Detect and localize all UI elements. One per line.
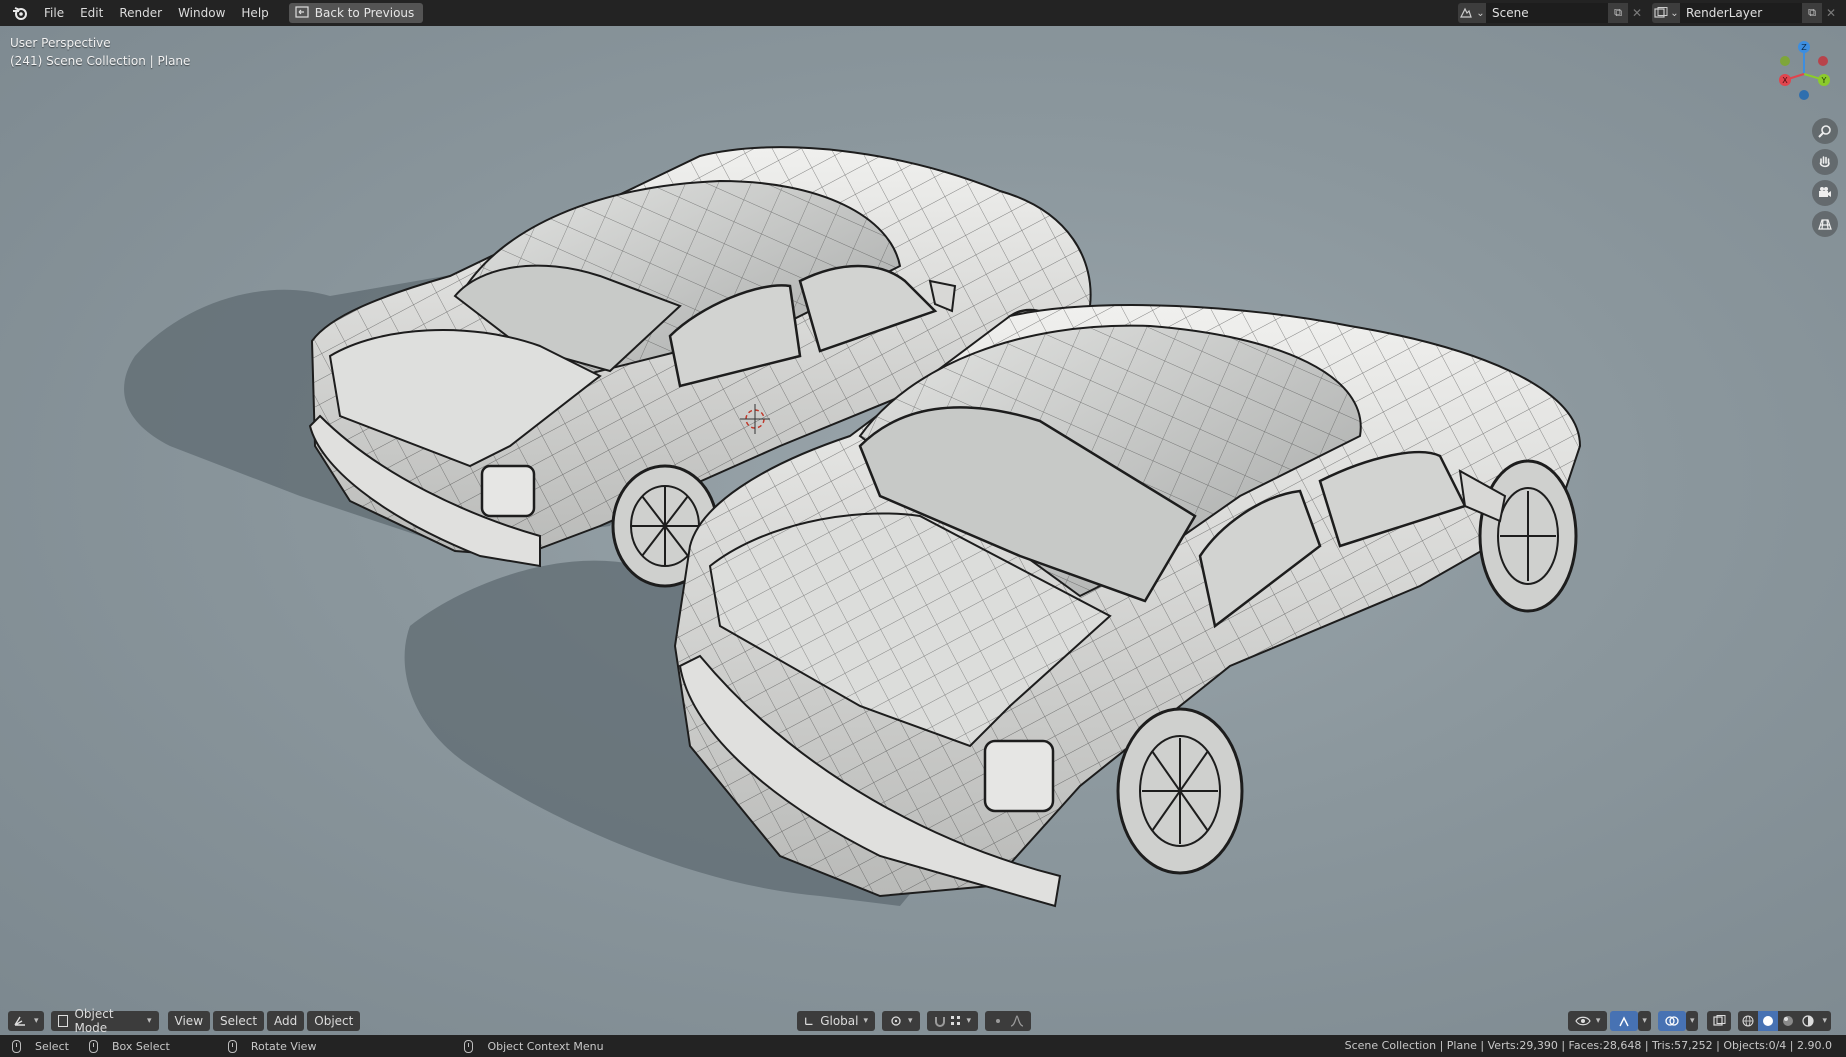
viewport-shading-controls: ▾ ▾ ▾ ▾ [1567, 1011, 1834, 1031]
object-mode-dropdown[interactable]: Object Mode ▾ [50, 1007, 159, 1035]
new-scene-icon[interactable]: ⧉ [1608, 3, 1628, 23]
mouse-middle-icon [227, 1039, 237, 1053]
pan-hand-icon[interactable] [1812, 149, 1838, 175]
material-sphere-icon [1783, 1016, 1794, 1026]
blender-logo-icon[interactable] [10, 3, 30, 23]
object-mode-label: Object Mode [74, 1007, 114, 1035]
gizmo-x-label: X [1782, 76, 1788, 85]
status-select-label: Select [35, 1039, 69, 1053]
overlays-toggle[interactable] [1657, 1011, 1686, 1031]
back-to-previous-label: Back to Previous [314, 6, 415, 20]
render-layer-name-field[interactable]: RenderLayer [1680, 3, 1802, 23]
mouse-right-icon [464, 1039, 474, 1053]
rendered-shading-button[interactable] [1798, 1011, 1819, 1031]
scene-selector[interactable]: ⌄ Scene ⧉ ✕ [1458, 3, 1646, 23]
proportional-editing-toggle[interactable] [985, 1011, 1032, 1031]
collection-label: (241) Scene Collection | Plane [10, 54, 191, 68]
status-context-hint: Object Context Menu [464, 1039, 604, 1053]
object-menu[interactable]: Object [307, 1011, 361, 1031]
snap-toggle[interactable]: ▾ [926, 1011, 979, 1031]
orientation-icon [805, 1017, 813, 1025]
editor-type-button[interactable]: ▾ [8, 1011, 44, 1031]
top-right-selectors: ⌄ Scene ⧉ ✕ ⌄ RenderLayer ⧉ ✕ [1458, 0, 1846, 26]
magnet-icon [934, 1017, 945, 1027]
chevron-down-icon: ▾ [34, 1016, 39, 1026]
eye-icon [1575, 1016, 1591, 1026]
overlays-dropdown[interactable]: ▾ [1685, 1011, 1699, 1031]
zoom-icon[interactable] [1812, 118, 1838, 144]
delete-scene-icon[interactable]: ✕ [1628, 3, 1646, 23]
wireframe-sphere-icon [1742, 1015, 1754, 1027]
chevron-down-icon: ▾ [863, 1016, 868, 1026]
status-bar: Select Box Select Rotate View Object Con… [0, 1035, 1846, 1057]
solid-shading-button[interactable] [1758, 1011, 1779, 1031]
pivot-icon [891, 1016, 901, 1026]
status-rotate-hint: Rotate View [227, 1039, 317, 1053]
viewport-header: ▾ Object Mode ▾ View Select Add Object G… [0, 1007, 1846, 1035]
object-mode-icon [57, 1015, 69, 1027]
viewport-info: User Perspective (241) Scene Collection … [10, 34, 190, 70]
back-icon [295, 5, 309, 21]
3d-viewport[interactable]: User Perspective (241) Scene Collection … [0, 26, 1846, 1035]
status-box-select-hint: Box Select [88, 1039, 170, 1053]
orientation-label: Global [820, 1014, 859, 1028]
camera-view-icon[interactable] [1812, 180, 1838, 206]
top-bar: File Edit Render Window Help Back to Pre… [0, 0, 1846, 26]
rendered-sphere-icon [1802, 1015, 1815, 1027]
transform-orientation-dropdown[interactable]: Global ▾ [797, 1011, 875, 1031]
pivot-point-dropdown[interactable]: ▾ [882, 1011, 920, 1031]
perspective-label: User Perspective [10, 36, 111, 50]
mouse-left-icon [12, 1039, 21, 1053]
visibility-dropdown[interactable]: ▾ [1567, 1011, 1608, 1031]
solid-sphere-icon [1763, 1016, 1774, 1026]
material-preview-button[interactable] [1778, 1011, 1799, 1031]
status-context-label: Object Context Menu [487, 1039, 604, 1053]
gizmo-dropdown[interactable]: ▾ [1638, 1011, 1651, 1031]
scene-icon[interactable]: ⌄ [1458, 3, 1486, 23]
menu-window[interactable]: Window [170, 0, 233, 26]
falloff-icon [1010, 1015, 1024, 1027]
scene-name-field[interactable]: Scene [1486, 3, 1608, 23]
snap-increment-icon [950, 1016, 960, 1025]
chevron-down-icon: ▾ [908, 1016, 913, 1026]
render-layer-selector[interactable]: ⌄ RenderLayer ⧉ ✕ [1652, 3, 1840, 23]
delete-layer-icon[interactable]: ✕ [1822, 3, 1840, 23]
gizmo-z-label: Z [1801, 43, 1807, 52]
gizmo-toggle[interactable] [1610, 1011, 1639, 1031]
navigation-gizmo[interactable]: Z Y X [1776, 40, 1836, 104]
chevron-down-icon: ▾ [1689, 1016, 1695, 1026]
chevron-down-icon: ▾ [147, 1016, 152, 1026]
add-menu[interactable]: Add [267, 1011, 305, 1031]
view-menu[interactable]: View [167, 1011, 211, 1031]
gizmo-icon [1619, 1016, 1630, 1027]
menu-file[interactable]: File [36, 0, 72, 26]
menu-help[interactable]: Help [233, 0, 276, 26]
overlays-icon [1665, 1016, 1679, 1026]
chevron-down-icon: ▾ [1595, 1016, 1601, 1026]
shading-dropdown[interactable]: ▾ [1818, 1011, 1831, 1031]
status-rotate-label: Rotate View [250, 1039, 317, 1053]
wireframe-shading-button[interactable] [1738, 1011, 1759, 1031]
new-layer-icon[interactable]: ⧉ [1802, 3, 1822, 23]
select-menu[interactable]: Select [213, 1011, 265, 1031]
proportional-editing-icon [996, 1019, 1001, 1023]
scene-statistics: Scene Collection | Plane | Verts:29,390 … [1344, 1039, 1832, 1052]
render-layer-icon[interactable]: ⌄ [1652, 3, 1680, 23]
chevron-down-icon: ▾ [966, 1016, 972, 1026]
menu-edit[interactable]: Edit [72, 0, 111, 26]
orthographic-grid-icon[interactable] [1812, 211, 1838, 237]
chevron-down-icon: ▾ [1822, 1016, 1827, 1026]
scene-render[interactable] [0, 26, 1846, 1035]
back-to-previous-button[interactable]: Back to Previous [288, 3, 424, 23]
status-box-select-label: Box Select [111, 1039, 170, 1053]
menu-render[interactable]: Render [111, 0, 170, 26]
chevron-down-icon: ▾ [1642, 1016, 1647, 1026]
xray-toggle[interactable] [1707, 1011, 1732, 1031]
mouse-drag-icon [88, 1039, 98, 1053]
transform-controls: Global ▾ ▾ ▾ [797, 1011, 1034, 1031]
status-select-hint: Select [12, 1039, 69, 1053]
xray-icon [1713, 1015, 1726, 1026]
gizmo-y-label: Y [1821, 76, 1827, 85]
